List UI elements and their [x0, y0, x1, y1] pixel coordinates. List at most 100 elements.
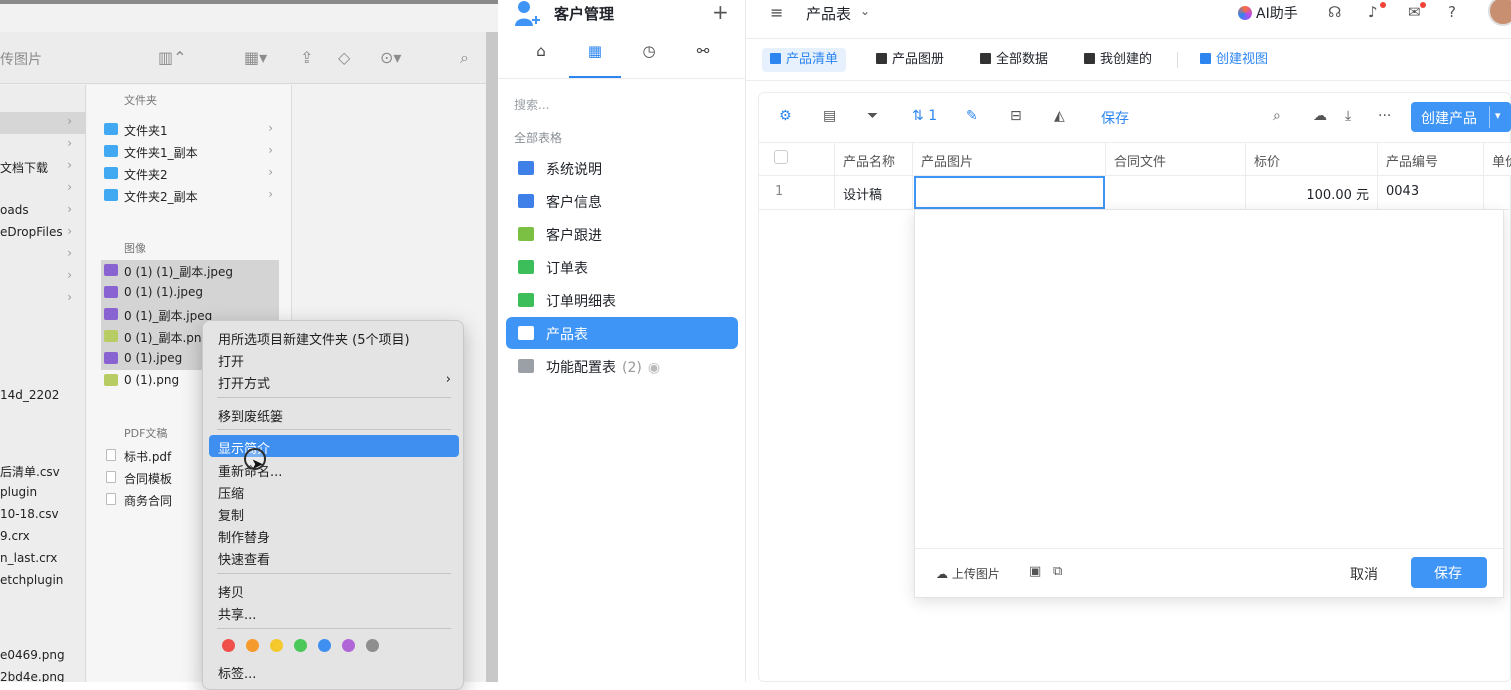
search-input[interactable]: 搜索... [514, 96, 549, 113]
menu-item-tags[interactable]: 标签... [209, 660, 459, 682]
share-icon[interactable]: ⇪ [300, 48, 313, 67]
table-item-system[interactable]: 系统说明 [506, 152, 738, 184]
group-icon[interactable]: ⊟ [1010, 108, 1022, 124]
headset-icon[interactable]: ☊ [1328, 3, 1341, 21]
menu-item-new-folder[interactable]: 用所选项目新建文件夹 (5个项目) [209, 326, 459, 348]
sidebar-item[interactable]: oads › [0, 200, 86, 222]
image-item[interactable]: 0 (1) (1)_副本.jpeg [101, 260, 279, 282]
create-product-button[interactable]: 创建产品 ▾ [1411, 102, 1511, 132]
menu-item-duplicate[interactable]: 复制 [209, 502, 459, 524]
menu-item-make-alias[interactable]: 制作替身 [209, 524, 459, 546]
settings-icon[interactable]: ⚙ [779, 108, 792, 124]
pin-icon[interactable]: ✎ [966, 108, 978, 124]
sidebar-file[interactable]: 后清单.csv [0, 460, 86, 482]
column-header[interactable]: 产品编号 [1378, 142, 1484, 176]
cell-product-code[interactable]: 0043 [1378, 176, 1484, 210]
image-item[interactable]: 0 (1) (1).jpeg [101, 282, 279, 304]
folder-item[interactable]: 文件夹1_副本 › [101, 141, 279, 163]
flow-icon[interactable]: ⚯ [677, 42, 729, 78]
paste-icon[interactable]: ⧉ [1053, 564, 1062, 579]
sidebar-file[interactable]: e0469.png [0, 645, 86, 667]
folder-item[interactable]: 文件夹2_副本 › [101, 185, 279, 207]
cell-unit-price[interactable] [1484, 176, 1511, 210]
sidebar-item[interactable]: › [0, 134, 86, 156]
create-view-button[interactable]: 创建视图 [1200, 48, 1268, 72]
tab-product-list[interactable]: 产品清单 [762, 48, 847, 72]
bell-icon[interactable]: ♪ [1368, 3, 1378, 21]
table-item-orders[interactable]: 订单表 [506, 251, 738, 283]
search-icon[interactable]: ⌕ [460, 48, 469, 68]
sidebar-file[interactable]: 9.crx [0, 526, 86, 548]
sidebar-file[interactable]: etchplugin [0, 570, 86, 592]
avatar[interactable] [1488, 0, 1511, 26]
table-item-customers[interactable]: 客户信息 [506, 185, 738, 217]
menu-item-quick-look[interactable]: 快速查看 [209, 546, 459, 568]
cell-price[interactable]: 100.00 元 [1246, 176, 1378, 210]
sidebar-item[interactable]: › [0, 288, 86, 310]
column-header[interactable]: 标价 [1246, 142, 1378, 176]
table-icon[interactable]: ▦ [569, 42, 621, 78]
chevron-down-icon[interactable]: ▾ [1495, 109, 1501, 122]
tag-color-blue[interactable] [318, 639, 331, 652]
table-item-order-details[interactable]: 订单明细表 [506, 284, 738, 316]
tab-all-data[interactable]: 全部数据 [980, 48, 1048, 72]
chart-icon[interactable]: ◭ [1054, 108, 1065, 124]
menu-item-copy[interactable]: 拷贝 [209, 579, 459, 601]
folder-item[interactable]: 文件夹1 › [101, 119, 279, 141]
ai-assistant-button[interactable]: AI助手 [1238, 3, 1298, 23]
menu-item-compress[interactable]: 压缩 [209, 480, 459, 502]
sidebar-item[interactable]: eDropFiles › [0, 222, 86, 244]
menu-icon[interactable]: ≡ [770, 3, 783, 22]
sidebar-item[interactable]: › [0, 178, 86, 200]
tag-color-gray[interactable] [366, 639, 379, 652]
filter-icon[interactable]: ⏷ [867, 108, 878, 124]
column-header[interactable]: 单价 [1484, 142, 1511, 176]
clock-icon[interactable]: ◷ [623, 42, 675, 78]
more-icon[interactable]: ··· [1378, 108, 1391, 124]
sidebar-item[interactable]: 文档下载 › [0, 156, 86, 178]
menu-item-open-with[interactable]: 打开方式 › [209, 370, 459, 392]
cell-product-name[interactable]: 设计稿 [835, 176, 913, 210]
more-icon[interactable]: ⊙▾ [380, 48, 401, 67]
upload-image-button[interactable]: ☁ 上传图片 [936, 565, 1000, 582]
tag-color-red[interactable] [222, 639, 235, 652]
download-icon[interactable]: ⤓ [1345, 108, 1351, 124]
group-icon[interactable]: ▦▾ [244, 48, 267, 67]
folder-item[interactable]: 文件夹2 › [101, 163, 279, 185]
inbox-icon[interactable]: ✉ [1408, 3, 1421, 21]
column-header[interactable]: 产品名称 [835, 142, 913, 176]
add-button[interactable]: + [712, 0, 729, 24]
search-icon[interactable]: ⌕ [1273, 108, 1281, 124]
save-button[interactable]: 保存 [1411, 557, 1487, 588]
tab-created-by-me[interactable]: 我创建的 [1084, 48, 1152, 72]
menu-item-move-to-trash[interactable]: 移到废纸篓 [209, 403, 459, 425]
chevron-down-icon[interactable]: ⌄ [860, 4, 870, 18]
column-header[interactable]: 产品图片 [913, 142, 1106, 176]
sidebar-file[interactable]: plugin [0, 482, 86, 504]
select-all-checkbox[interactable] [774, 150, 788, 164]
sidebar-file[interactable]: 10-18.csv [0, 504, 86, 526]
save-view-button[interactable]: 保存 [1101, 108, 1129, 128]
calendar-icon[interactable]: ▤ [823, 108, 836, 124]
home-icon[interactable]: ⌂ [515, 42, 567, 78]
column-header[interactable]: 合同文件 [1106, 142, 1246, 176]
tag-color-purple[interactable] [342, 639, 355, 652]
column-view-icon[interactable]: ▥⌃ [158, 48, 187, 67]
table-item-products[interactable]: 产品表 [506, 317, 738, 349]
menu-item-share[interactable]: 共享... [209, 601, 459, 623]
help-icon[interactable]: ? [1448, 3, 1456, 21]
sidebar-file[interactable]: n_last.crx [0, 548, 86, 570]
page-title[interactable]: 产品表 [806, 3, 851, 24]
sidebar-file[interactable]: 14d_2202 [0, 385, 86, 407]
sort-button[interactable]: ⇅ 1 [912, 108, 937, 124]
tag-icon[interactable]: ◇ [338, 48, 350, 67]
cell-product-image-editing[interactable] [914, 176, 1105, 209]
cell-contract[interactable] [1106, 176, 1246, 210]
sidebar-file[interactable]: 2bd4e.png [0, 667, 86, 682]
sidebar-item[interactable]: › [0, 266, 86, 288]
upload-icon[interactable]: ☁ [1313, 108, 1327, 124]
qrcode-icon[interactable]: ▣ [1029, 564, 1041, 579]
menu-item-open[interactable]: 打开 [209, 348, 459, 370]
tag-color-orange[interactable] [246, 639, 259, 652]
tag-color-yellow[interactable] [270, 639, 283, 652]
